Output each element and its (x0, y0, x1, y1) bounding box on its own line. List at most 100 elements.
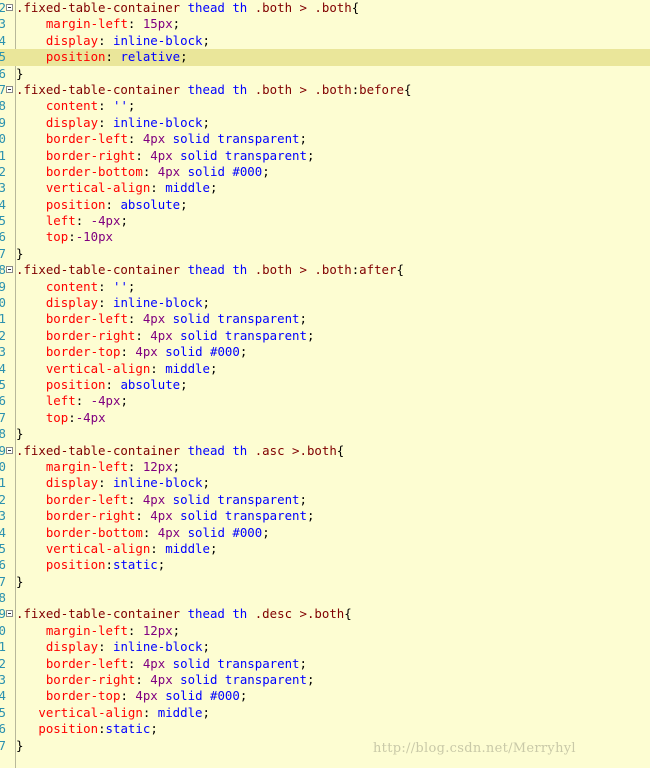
code-line[interactable]: 2 border-bottom: 4px solid #000; (0, 164, 650, 180)
code-line[interactable]: 7} (0, 246, 650, 262)
code-token: '' (112, 98, 128, 114)
code-editor[interactable]: 2 .fixed-table-container thead th .both >… (0, 0, 650, 768)
code-line[interactable]: 6 position:static; (0, 721, 650, 737)
line-number: 0 (0, 295, 6, 311)
code-line[interactable]: 5 left: -4px; (0, 213, 650, 229)
code-token: : (135, 672, 151, 688)
code-line[interactable]: 5 position: absolute; (0, 377, 650, 393)
code-line[interactable]: 6} (0, 66, 650, 82)
collapse-box-icon[interactable] (6, 446, 13, 454)
code-token: thead th (187, 0, 248, 15)
collapse-box-icon[interactable] (6, 85, 13, 93)
code-line[interactable]: 0 margin-left: 12px; (0, 623, 650, 639)
code-line[interactable]: 1 display: inline-block; (0, 639, 650, 655)
line-gutter: 1 (0, 311, 16, 327)
code-line[interactable]: 2 border-right: 4px solid transparent; (0, 328, 650, 344)
code-token: : (127, 16, 143, 32)
code-line[interactable]: 9 content: ''; (0, 279, 650, 295)
collapse-box-icon[interactable] (6, 266, 13, 274)
code-line[interactable]: 8 .fixed-table-container thead th .both >… (0, 262, 650, 278)
code-line[interactable]: 8 (0, 590, 650, 606)
line-gutter: 2 (0, 164, 16, 180)
line-number: 5 (0, 49, 6, 65)
code-line[interactable]: 0 margin-left: 12px; (0, 459, 650, 475)
code-text: display: inline-block; (16, 115, 210, 131)
code-line[interactable]: 5 vertical-align: middle; (0, 541, 650, 557)
code-line[interactable]: 8 content: ''; (0, 98, 650, 114)
code-line[interactable]: 1 border-left: 4px solid transparent; (0, 311, 650, 327)
code-line[interactable]: 1 display: inline-block; (0, 475, 650, 491)
collapse-box-icon[interactable] (6, 4, 13, 11)
code-line[interactable]: 7 .fixed-table-container thead th .both >… (0, 82, 650, 98)
code-line[interactable]: 6 position:static; (0, 557, 650, 573)
code-line[interactable]: 3 border-right: 4px solid transparent; (0, 508, 650, 524)
line-gutter: 5 (0, 49, 16, 65)
code-line[interactable]: 2 border-left: 4px solid transparent; (0, 492, 650, 508)
code-line[interactable]: 0 display: inline-block; (0, 295, 650, 311)
code-line[interactable]: 4 position: absolute; (0, 197, 650, 213)
code-token: thead th (187, 606, 248, 622)
code-line[interactable]: 6 top:-10px (0, 229, 650, 245)
code-line[interactable]: 4 vertical-align: middle; (0, 361, 650, 377)
collapse-box-icon[interactable] (6, 610, 13, 618)
code-line-highlighted[interactable]: 5 position: relative; (0, 49, 650, 66)
code-token: display (45, 475, 99, 491)
code-token: ; (202, 32, 210, 48)
line-number: 4 (0, 688, 6, 704)
code-line[interactable]: 2 border-left: 4px solid transparent; (0, 656, 650, 672)
code-token: 4px (150, 327, 173, 343)
code-line[interactable]: 3 vertical-align: middle; (0, 180, 650, 196)
code-token: : (98, 295, 113, 311)
code-token: } (16, 426, 24, 442)
line-number: 6 (0, 557, 6, 573)
code-line[interactable]: 3 margin-left: 15px; (0, 16, 650, 32)
code-line[interactable]: 5 vertical-align: middle; (0, 705, 650, 721)
code-line[interactable]: 9 .fixed-table-container thead th .desc >… (0, 606, 650, 622)
code-token: : (135, 508, 151, 524)
code-token: : (98, 639, 113, 655)
code-token: ; (180, 196, 188, 212)
code-line[interactable]: 4 display: inline-block; (0, 33, 650, 49)
code-line[interactable]: 1 border-right: 4px solid transparent; (0, 148, 650, 164)
code-line[interactable]: 4 border-top: 4px solid #000; (0, 688, 650, 704)
code-token: middle (165, 180, 210, 196)
code-token: : (75, 393, 91, 409)
line-number: 8 (0, 426, 6, 442)
code-token: -4px (75, 409, 106, 425)
code-line[interactable]: 2 .fixed-table-container thead th .both >… (0, 0, 650, 16)
line-gutter: 4 (0, 525, 16, 541)
code-text: .fixed-table-container thead th .asc >.b… (16, 443, 344, 459)
code-token: solid transparent (165, 491, 300, 507)
code-line[interactable]: 8} (0, 426, 650, 442)
code-line[interactable]: 7 top:-4px (0, 410, 650, 426)
code-line[interactable]: 9 .fixed-table-container thead th .asc >.… (0, 443, 650, 459)
code-text: margin-left: 12px; (16, 459, 180, 475)
code-line[interactable]: 3 border-right: 4px solid transparent; (0, 672, 650, 688)
line-gutter: 7 (0, 574, 16, 590)
code-line[interactable]: 9 display: inline-block; (0, 115, 650, 131)
code-token: ; (180, 376, 188, 392)
line-gutter: 8 (0, 98, 16, 114)
code-token: -10px (75, 229, 114, 245)
code-token: position (45, 557, 106, 573)
line-number: 7 (0, 409, 6, 425)
code-line[interactable]: 0 border-left: 4px solid transparent; (0, 131, 650, 147)
code-token: ; (172, 458, 181, 474)
line-number: 6 (0, 229, 6, 245)
code-line[interactable]: 3 border-top: 4px solid #000; (0, 344, 650, 360)
line-gutter: 7 (0, 246, 16, 262)
code-token: : (135, 147, 151, 163)
code-text: .fixed-table-container thead th .both > … (16, 82, 411, 98)
code-token: ; (299, 311, 307, 327)
code-token: solid transparent (165, 655, 300, 671)
code-line[interactable]: 6 left: -4px; (0, 393, 650, 409)
code-line[interactable]: 7} (0, 574, 650, 590)
code-line[interactable]: 4 border-bottom: 4px solid #000; (0, 525, 650, 541)
code-token: ; (202, 704, 210, 720)
